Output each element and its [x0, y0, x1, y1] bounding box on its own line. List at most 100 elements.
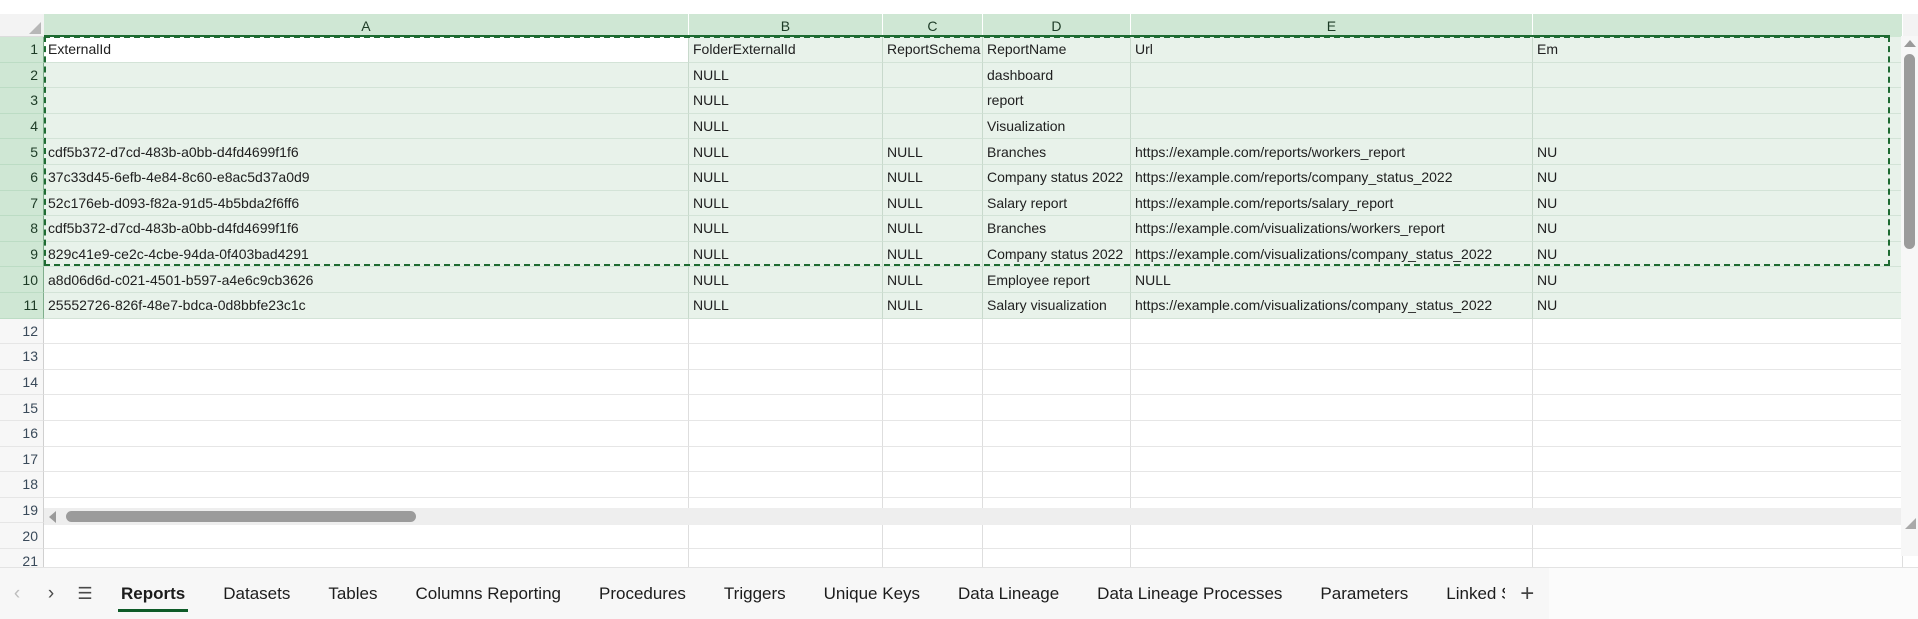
sheet-tab-datasets[interactable]: Datasets: [204, 568, 309, 619]
cell-f6[interactable]: NU: [1533, 164, 1903, 191]
prev-sheet-icon[interactable]: ‹: [0, 574, 34, 614]
cell-f15[interactable]: [1533, 395, 1903, 421]
sheet-list-icon[interactable]: ☰: [68, 574, 102, 614]
column-header-d[interactable]: D: [983, 14, 1131, 37]
cell-c13[interactable]: [883, 344, 983, 370]
sheet-tab-reports[interactable]: Reports: [102, 568, 204, 619]
cell-d8[interactable]: Branches: [983, 216, 1131, 242]
table-row[interactable]: 14: [0, 369, 1918, 396]
cell-c11[interactable]: NULL: [883, 292, 983, 319]
cell-a15[interactable]: [44, 395, 689, 421]
row-header[interactable]: 14: [0, 369, 44, 396]
cell-c14[interactable]: [883, 369, 983, 396]
horizontal-scrollbar-thumb[interactable]: [66, 511, 416, 522]
cell-b3[interactable]: NULL: [689, 88, 883, 114]
cell-a3[interactable]: [44, 88, 689, 114]
row-header[interactable]: 10: [0, 267, 44, 293]
cell-a7[interactable]: 52c176eb-d093-f82a-91d5-4b5bda2f6ff6: [44, 190, 689, 217]
cell-f7[interactable]: NU: [1533, 190, 1903, 217]
cell-d11[interactable]: Salary visualization: [983, 292, 1131, 319]
cell-e15[interactable]: [1131, 395, 1533, 421]
cell-b12[interactable]: [689, 318, 883, 345]
cell-e12[interactable]: [1131, 318, 1533, 345]
cell-a4[interactable]: [44, 113, 689, 140]
cell-e2[interactable]: [1131, 62, 1533, 89]
cell-a5[interactable]: cdf5b372-d7cd-483b-a0bb-d4fd4699f1f6: [44, 139, 689, 165]
row-header[interactable]: 16: [0, 420, 44, 447]
cell-c3[interactable]: [883, 88, 983, 114]
table-row[interactable]: 3 NULL report: [0, 88, 1918, 114]
column-header-b[interactable]: B: [689, 14, 883, 37]
cell-a2[interactable]: [44, 62, 689, 89]
cell-b7[interactable]: NULL: [689, 190, 883, 217]
row-header[interactable]: 9: [0, 241, 44, 268]
cell-f12[interactable]: [1533, 318, 1903, 345]
cell-a18[interactable]: [44, 472, 689, 498]
cell-c12[interactable]: [883, 318, 983, 345]
cell-e16[interactable]: [1131, 420, 1533, 447]
cell-f14[interactable]: [1533, 369, 1903, 396]
cell-e7[interactable]: https://example.com/reports/salary_repor…: [1131, 190, 1533, 217]
cell-a11[interactable]: 25552726-826f-48e7-bdca-0d8bbfe23c1c: [44, 292, 689, 319]
cell-e21[interactable]: [1131, 548, 1533, 567]
cell-d12[interactable]: [983, 318, 1131, 345]
cell-d13[interactable]: [983, 344, 1131, 370]
scroll-left-arrow-icon[interactable]: [49, 510, 56, 523]
cell-a16[interactable]: [44, 420, 689, 447]
sheet-tab-data-lineage-processes[interactable]: Data Lineage Processes: [1078, 568, 1301, 619]
table-row[interactable]: 1 ExternalId FolderExternalId ReportSchema R…: [0, 37, 1918, 63]
cell-b1[interactable]: FolderExternalId: [689, 37, 883, 63]
cell-e4[interactable]: [1131, 113, 1533, 140]
cell-f20[interactable]: [1533, 523, 1903, 549]
vertical-scrollbar[interactable]: [1901, 36, 1918, 556]
column-header-f[interactable]: [1533, 14, 1903, 37]
cell-c4[interactable]: [883, 113, 983, 140]
cell-e14[interactable]: [1131, 369, 1533, 396]
table-row[interactable]: 5 cdf5b372-d7cd-483b-a0bb-d4fd4699f1f6 NUL…: [0, 139, 1918, 165]
next-sheet-icon[interactable]: ›: [34, 574, 68, 614]
cell-d15[interactable]: [983, 395, 1131, 421]
cell-a6[interactable]: 37c33d45-6efb-4e84-8c60-e8ac5d37a0d9: [44, 164, 689, 191]
scroll-up-arrow-icon[interactable]: [1903, 40, 1916, 47]
table-row[interactable]: 16: [0, 420, 1918, 447]
cell-b5[interactable]: NULL: [689, 139, 883, 165]
cell-d6[interactable]: Company status 2022: [983, 164, 1131, 191]
cell-c17[interactable]: [883, 446, 983, 473]
cell-c21[interactable]: [883, 548, 983, 567]
cell-c2[interactable]: [883, 62, 983, 89]
table-row[interactable]: 11 25552726-826f-48e7-bdca-0d8bbfe23c1c NU…: [0, 292, 1918, 319]
cell-d17[interactable]: [983, 446, 1131, 473]
cell-c5[interactable]: NULL: [883, 139, 983, 165]
cell-b9[interactable]: NULL: [689, 241, 883, 268]
cell-e1[interactable]: Url: [1131, 37, 1533, 63]
row-header[interactable]: 4: [0, 113, 44, 140]
cell-a20[interactable]: [44, 523, 689, 549]
sheet-tab-columns-reporting[interactable]: Columns Reporting: [396, 568, 580, 619]
cell-a14[interactable]: [44, 369, 689, 396]
table-row[interactable]: 12: [0, 318, 1918, 345]
table-row[interactable]: 17: [0, 446, 1918, 473]
column-header-c[interactable]: C: [883, 14, 983, 37]
cell-e10[interactable]: NULL: [1131, 267, 1533, 293]
cell-c18[interactable]: [883, 472, 983, 498]
cell-b13[interactable]: [689, 344, 883, 370]
sheet-tab-tables[interactable]: Tables: [309, 568, 396, 619]
table-row[interactable]: 2 NULL dashboard: [0, 62, 1918, 89]
cell-a1[interactable]: ExternalId: [44, 37, 689, 63]
cell-d4[interactable]: Visualization: [983, 113, 1131, 140]
sheet-tab-parameters[interactable]: Parameters: [1301, 568, 1427, 619]
cell-c20[interactable]: [883, 523, 983, 549]
cell-b2[interactable]: NULL: [689, 62, 883, 89]
row-header[interactable]: 15: [0, 395, 44, 421]
cell-c8[interactable]: NULL: [883, 216, 983, 242]
sheet-tab-procedures[interactable]: Procedures: [580, 568, 705, 619]
cell-e9[interactable]: https://example.com/visualizations/compa…: [1131, 241, 1533, 268]
row-header[interactable]: 3: [0, 88, 44, 114]
row-header[interactable]: 2: [0, 62, 44, 89]
cell-e18[interactable]: [1131, 472, 1533, 498]
resize-grip-icon[interactable]: [1905, 518, 1916, 529]
sheet-tab-data-lineage[interactable]: Data Lineage: [939, 568, 1078, 619]
table-row[interactable]: 18: [0, 472, 1918, 498]
cell-a10[interactable]: a8d06d6d-c021-4501-b597-a4e6c9cb3626: [44, 267, 689, 293]
cell-c10[interactable]: NULL: [883, 267, 983, 293]
